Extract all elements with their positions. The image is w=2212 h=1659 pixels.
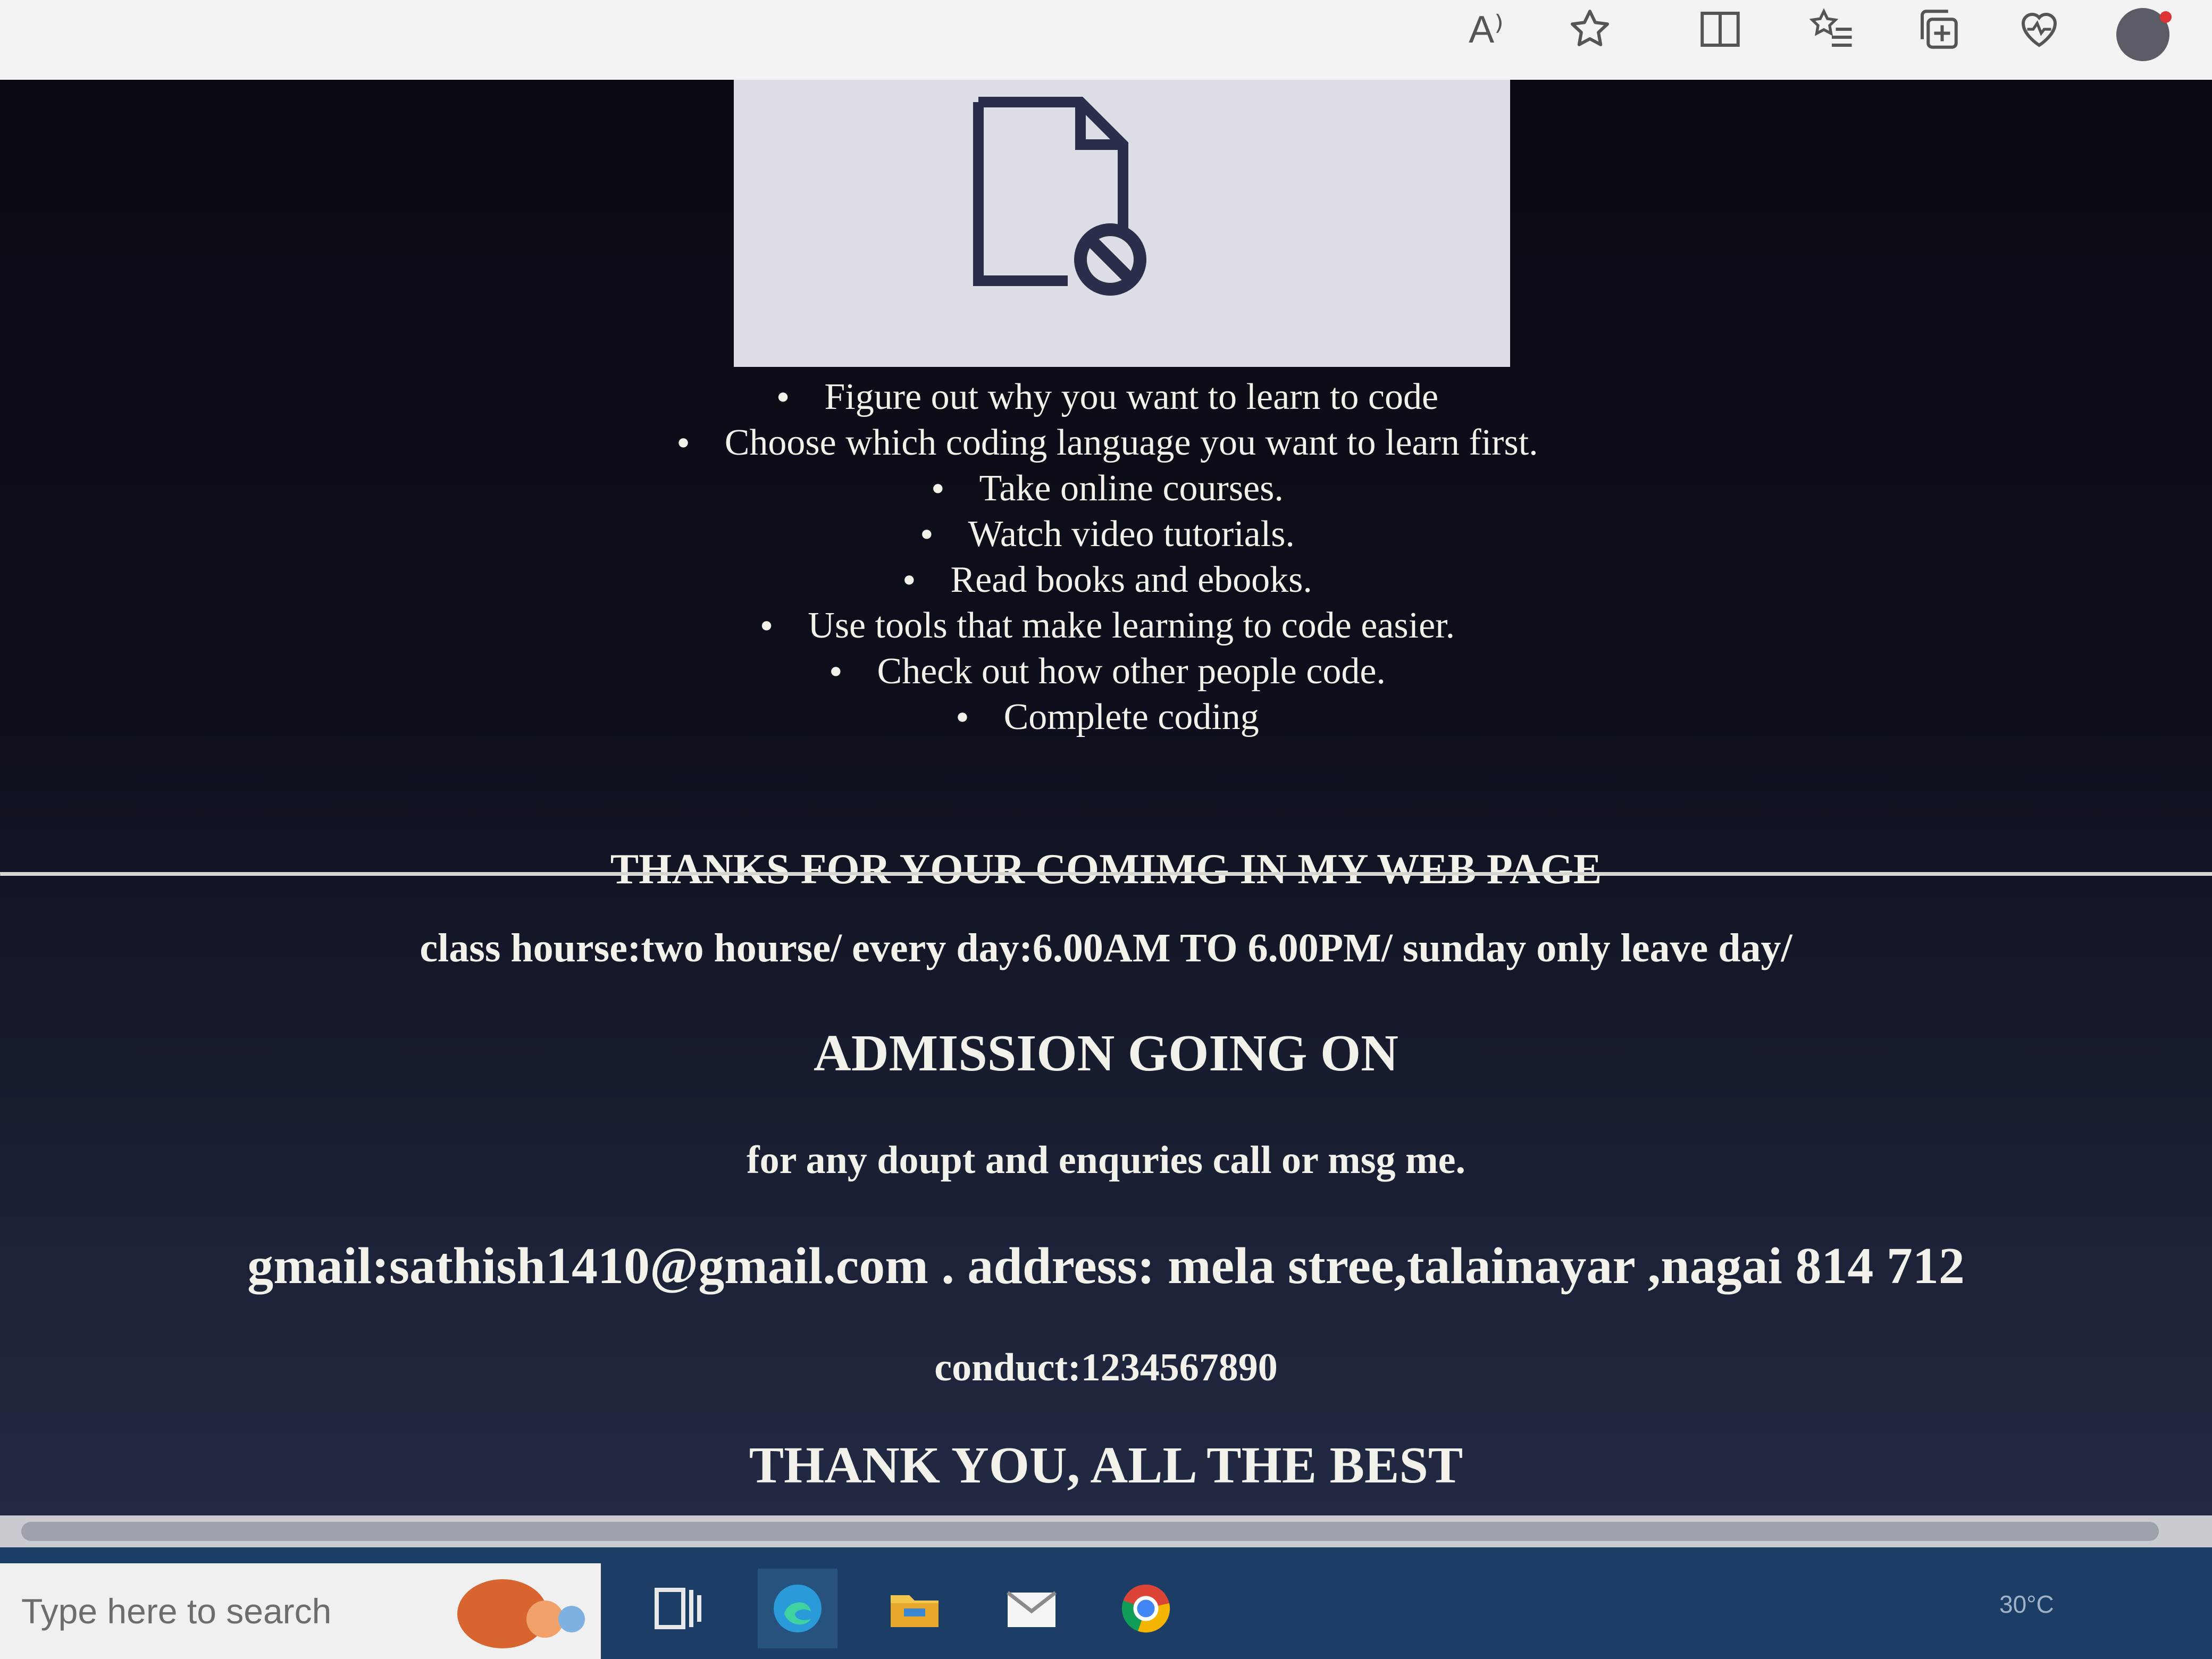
list-item: Watch video tutorials.	[0, 512, 2212, 558]
list-item: Take online courses.	[0, 466, 2212, 512]
broken-image-icon	[973, 97, 1146, 296]
collections-icon[interactable]	[1909, 0, 1967, 58]
broken-image	[734, 80, 1510, 367]
tray-weather[interactable]: 30°C	[1999, 1590, 2054, 1619]
split-screen-icon[interactable]	[1691, 0, 1749, 58]
notification-dot	[2160, 11, 2172, 23]
closing-heading: THANK YOU, ALL THE BEST	[749, 1437, 1463, 1494]
browser-toolbar: A⁾	[0, 0, 2212, 82]
class-hours-text: class hourse:two hourse/ every day:6.00A…	[420, 926, 1792, 970]
task-view-icon[interactable]	[638, 1569, 718, 1648]
admission-heading: ADMISSION GOING ON	[814, 1025, 1398, 1082]
mail-icon[interactable]	[992, 1569, 1071, 1648]
favorites-list-icon[interactable]	[1803, 0, 1861, 58]
phone-number: conduct:1234567890	[934, 1346, 1278, 1389]
profile-icon[interactable]	[2114, 5, 2172, 64]
chrome-icon[interactable]	[1106, 1569, 1186, 1648]
search-placeholder: Type here to search	[21, 1591, 332, 1631]
taskbar: Type here to search 30°C	[0, 1547, 2212, 1659]
list-item: Use tools that make learning to code eas…	[0, 604, 2212, 649]
list-item: Read books and ebooks.	[0, 558, 2212, 604]
horizontal-divider	[0, 872, 2212, 876]
list-item: Check out how other people code.	[0, 649, 2212, 695]
read-aloud-icon[interactable]: A⁾	[1457, 0, 1515, 58]
coding-steps-list: Figure out why you want to learn to code…	[0, 375, 2212, 741]
scrollbar-thumb[interactable]	[21, 1522, 2159, 1541]
contact-info: gmail:sathish1410@gmail.com . address: m…	[247, 1237, 1965, 1295]
horizontal-scrollbar[interactable]	[0, 1515, 2212, 1547]
list-item: Choose which coding language you want to…	[0, 421, 2212, 466]
file-explorer-icon[interactable]	[875, 1569, 954, 1648]
avatar	[2116, 8, 2172, 61]
web-page: Figure out why you want to learn to code…	[0, 80, 2212, 1515]
enquiries-text: for any doupt and enquries call or msg m…	[747, 1138, 1465, 1182]
list-item: Complete coding	[0, 695, 2212, 741]
thanks-heading: THANKS FOR YOUR COMIMG IN MY WEB PAGE	[610, 846, 1602, 893]
taskbar-search[interactable]: Type here to search	[0, 1563, 601, 1659]
search-highlight-icon	[457, 1579, 585, 1648]
list-item: Figure out why you want to learn to code	[0, 375, 2212, 421]
performance-icon[interactable]	[2010, 0, 2068, 58]
edge-icon[interactable]	[758, 1569, 837, 1648]
favorite-star-icon[interactable]	[1561, 0, 1619, 58]
